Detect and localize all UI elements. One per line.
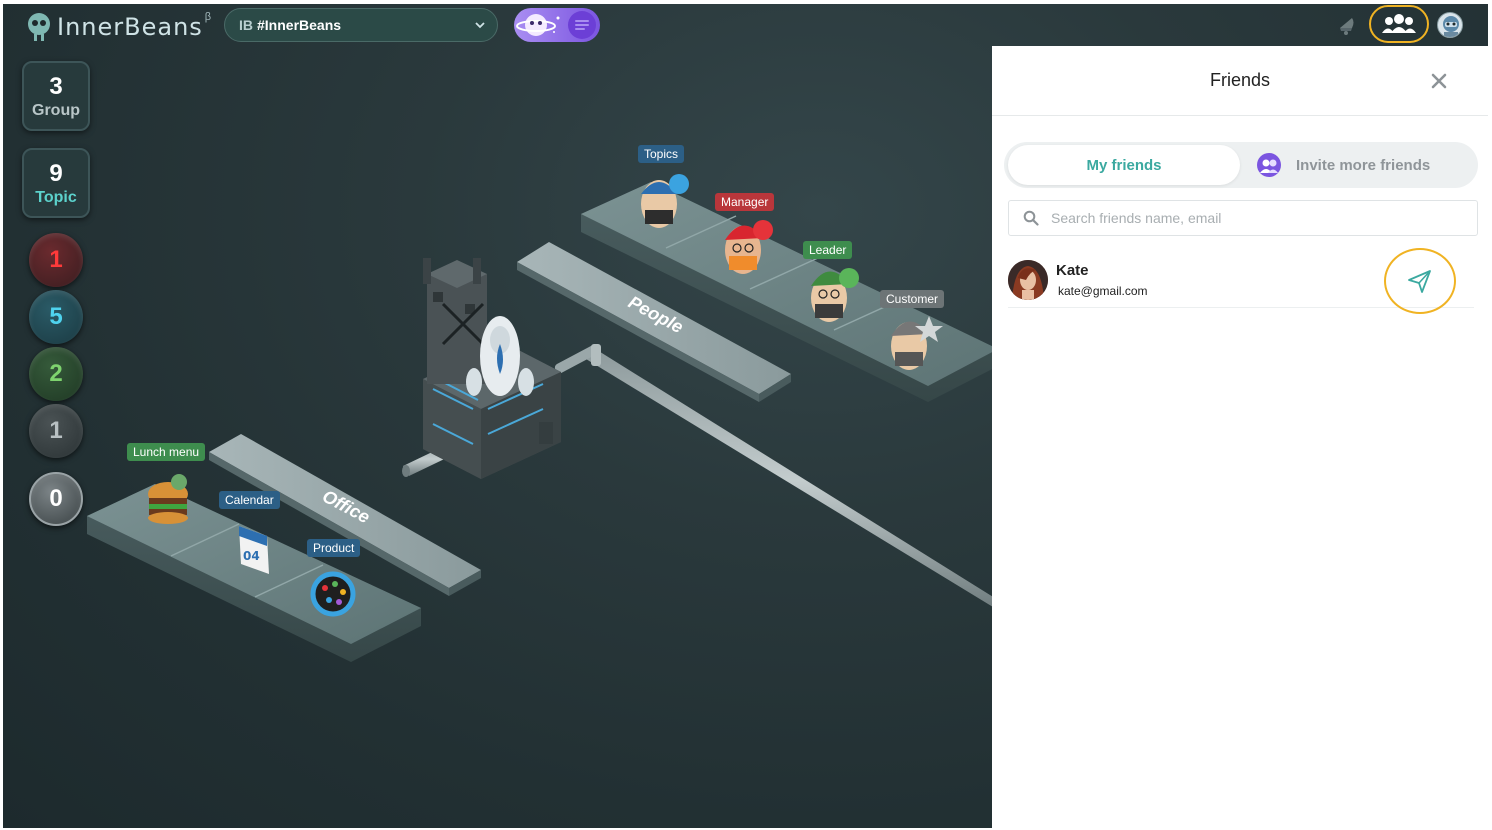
channel-name: #InnerBeans <box>257 17 342 33</box>
product-tag[interactable]: Product <box>307 539 361 557</box>
lunch-menu-tag[interactable]: Lunch menu <box>127 443 206 461</box>
leader-tag[interactable]: Leader <box>803 241 853 259</box>
green-status-orb[interactable]: 2 <box>29 347 83 401</box>
search-icon <box>1023 210 1039 226</box>
friend-avatar <box>1008 260 1048 300</box>
calendar-tag[interactable]: Calendar <box>219 491 280 509</box>
paper-plane-icon <box>1408 270 1431 293</box>
friends-panel: Friends My friends Invite more friends S… <box>992 46 1488 828</box>
tab-my-friends[interactable]: My friends <box>1008 145 1240 185</box>
red-status-orb[interactable]: 1 <box>29 233 83 287</box>
rocket-castle <box>423 258 561 479</box>
topics-tag[interactable]: Topics <box>638 145 685 163</box>
group-label: Group <box>32 102 80 119</box>
friends-button[interactable] <box>1369 5 1429 43</box>
channel-prefix: IB <box>239 17 253 33</box>
topic-counter[interactable]: 9 Topic <box>22 148 90 218</box>
friend-name: Kate <box>1056 262 1089 279</box>
chevron-down-icon <box>475 22 485 29</box>
friends-group-icon <box>1382 14 1416 33</box>
send-invite-button[interactable] <box>1384 248 1456 314</box>
topic-count: 9 <box>49 160 63 187</box>
silver-status-orb[interactable]: 0 <box>29 472 83 526</box>
channel-select[interactable]: IB #InnerBeans <box>224 8 498 42</box>
group-count: 3 <box>49 73 63 100</box>
topic-label: Topic <box>35 189 77 206</box>
blue-status-orb[interactable]: 5 <box>29 290 83 344</box>
planet-icon <box>516 14 560 36</box>
tab-invite-label: Invite more friends <box>1296 156 1431 174</box>
app-logo[interactable]: InnerBeans β <box>27 11 212 42</box>
friends-tabs: My friends Invite more friends <box>1004 142 1478 188</box>
smartwatch-icon[interactable] <box>310 571 356 617</box>
beta-mark: β <box>204 11 212 23</box>
user-avatar[interactable] <box>1437 12 1463 38</box>
svg-text:04: 04 <box>243 549 260 563</box>
manager-tag[interactable]: Manager <box>715 193 775 211</box>
app-window: 04 People Office Topics Manager Leader C… <box>3 4 1488 828</box>
isometric-scene: 04 People Office <box>87 174 993 662</box>
chat-bubble-icon <box>568 11 596 39</box>
gray-status-orb[interactable]: 1 <box>29 404 83 458</box>
customer-tag[interactable]: Customer <box>880 290 945 308</box>
user-avatar-icon <box>1443 16 1459 37</box>
friend-email: kate@gmail.com <box>1058 284 1148 298</box>
friends-panel-title: Friends <box>1209 70 1271 90</box>
space-chat-button[interactable] <box>514 8 600 42</box>
search-box <box>1008 200 1478 236</box>
tab-invite-friends[interactable]: Invite more friends <box>1256 145 1476 185</box>
close-icon[interactable] <box>1428 70 1450 92</box>
friend-list-item[interactable]: Kate kate@gmail.com <box>1008 248 1474 314</box>
search-input[interactable] <box>1051 210 1451 226</box>
friends-panel-header: Friends <box>992 46 1488 116</box>
app-name: InnerBeans <box>57 13 203 41</box>
bean-logo-icon <box>28 13 50 41</box>
burger-icon[interactable] <box>148 474 188 524</box>
group-counter[interactable]: 3 Group <box>22 61 90 131</box>
invite-friends-icon <box>1257 153 1281 177</box>
notification-bell-icon[interactable] <box>1334 12 1358 36</box>
